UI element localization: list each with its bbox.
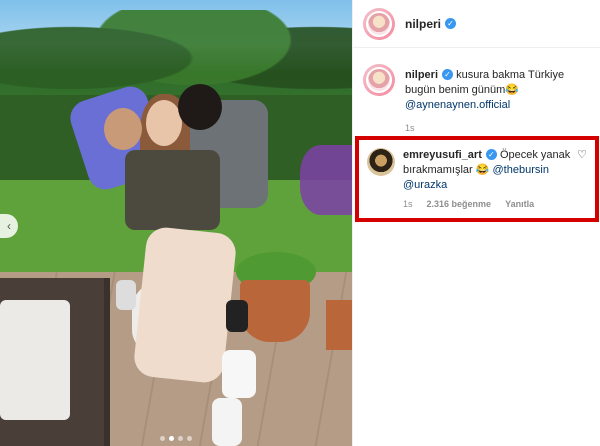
photo-pot — [240, 280, 310, 342]
comments-panel: nilperi ✓ nilperi ✓ kusura bakma Türkiye … — [352, 0, 600, 446]
photo-shoe — [212, 398, 242, 446]
commenter-avatar[interactable] — [367, 148, 395, 176]
laughing-emoji: 😂 — [505, 84, 519, 96]
photo-shirt — [125, 150, 220, 230]
caption-avatar[interactable] — [363, 64, 395, 96]
photo-flowers — [300, 145, 352, 215]
photo-head-left — [104, 108, 142, 150]
post-photo[interactable]: ‹ — [0, 0, 352, 446]
caption-username[interactable]: nilperi — [405, 69, 438, 81]
comment-likes[interactable]: 2.316 beğenme — [427, 199, 492, 209]
photo-cushion — [0, 300, 70, 420]
carousel-dot — [160, 436, 165, 441]
comment-meta: 1s 2.316 beğenme Yanıtla — [403, 199, 587, 209]
photo-head-right — [178, 84, 222, 130]
post-caption: nilperi ✓ kusura bakma Türkiye bugün beni… — [363, 64, 595, 136]
comment-mention[interactable]: @urazka — [403, 179, 447, 191]
post-header: nilperi ✓ — [353, 0, 600, 48]
photo-shoe — [222, 350, 256, 398]
verified-icon: ✓ — [485, 149, 497, 160]
carousel-dots — [146, 436, 206, 441]
caption-time[interactable]: 1s — [405, 121, 595, 136]
comment-mention[interactable]: @thebursin — [493, 164, 549, 176]
verified-icon: ✓ — [445, 18, 457, 29]
reply-button[interactable]: Yanıtla — [505, 199, 534, 209]
carousel-dot-active — [169, 436, 174, 441]
author-avatar[interactable] — [363, 7, 395, 40]
photo-pot-right — [326, 300, 352, 350]
author-username[interactable]: nilperi — [405, 17, 441, 31]
carousel-dot — [187, 436, 192, 441]
photo-shoe — [226, 300, 248, 332]
comment-time[interactable]: 1s — [403, 199, 413, 209]
like-heart-icon[interactable]: ♡ — [577, 148, 587, 193]
carousel-dot — [178, 436, 183, 441]
caption-mention[interactable]: @aynenaynen.official — [405, 99, 510, 111]
verified-icon: ✓ — [442, 69, 454, 80]
commenter-username[interactable]: emreyusufi_art — [403, 149, 482, 161]
photo-shoe — [116, 280, 136, 310]
laughing-emoji: 😂 — [475, 164, 490, 176]
highlighted-comment: emreyusufi_art ✓ Öpecek yanak bırakmamışl… — [355, 136, 599, 222]
photo-head-center — [146, 100, 182, 146]
